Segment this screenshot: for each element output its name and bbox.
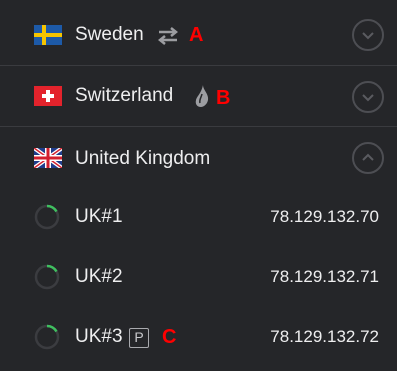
annotation-tag: C: [162, 326, 177, 348]
flag-sweden-icon: [34, 25, 62, 45]
country-row-united-kingdom[interactable]: United Kingdom: [0, 127, 397, 189]
onion-icon: [195, 85, 209, 107]
server-load-icon: [34, 324, 60, 350]
server-row-uk3[interactable]: UK#3 P C 78.129.132.72: [0, 307, 397, 367]
expand-chevron-button[interactable]: [352, 81, 384, 113]
server-ip: 78.129.132.71: [270, 267, 379, 286]
expand-chevron-button[interactable]: [352, 19, 384, 51]
server-load-icon: [34, 204, 60, 230]
country-row-switzerland[interactable]: Switzerland B: [0, 66, 397, 126]
country-name: United Kingdom: [75, 148, 211, 169]
server-row-uk2[interactable]: UK#2 78.129.132.71: [0, 247, 397, 307]
server-row-uk1[interactable]: UK#1 78.129.132.70: [0, 189, 397, 247]
country-name: Switzerland: [75, 85, 174, 106]
country-name: Sweden: [75, 24, 144, 45]
country-row-sweden[interactable]: Sweden A: [0, 0, 397, 65]
chevron-down-icon: [362, 32, 374, 40]
server-ip: 78.129.132.72: [270, 327, 379, 346]
chevron-down-icon: [362, 94, 374, 102]
server-name: UK#2: [75, 266, 123, 287]
server-name: UK#1: [75, 206, 123, 227]
p2p-badge-icon: P: [129, 328, 149, 348]
flag-united-kingdom-icon: [34, 148, 62, 168]
annotation-tag: A: [189, 24, 204, 46]
chevron-up-icon: [362, 153, 374, 161]
server-load-icon: [34, 264, 60, 290]
arrows-exchange-icon: [157, 27, 179, 45]
country-list: Sweden A Switzerland B United Kingdom UK…: [0, 0, 397, 371]
annotation-tag: B: [216, 87, 231, 109]
server-name: UK#3: [75, 326, 123, 347]
flag-switzerland-icon: [34, 86, 62, 106]
collapse-chevron-button[interactable]: [352, 142, 384, 174]
server-ip: 78.129.132.70: [270, 207, 379, 226]
